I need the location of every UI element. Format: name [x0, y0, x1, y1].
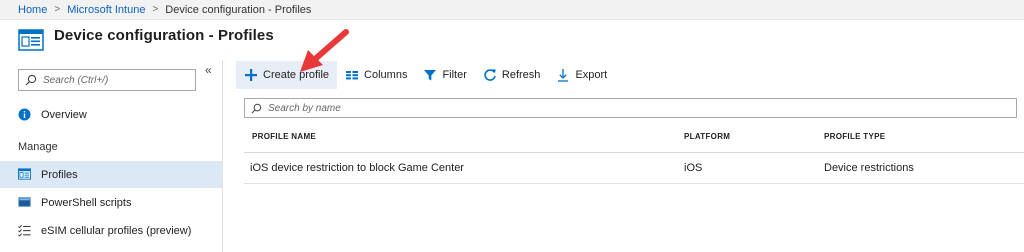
sidebar-item-esim[interactable]: eSIM cellular profiles (preview)	[0, 217, 222, 244]
columns-icon	[345, 68, 359, 82]
chevron-right-icon: >	[152, 4, 159, 15]
sidebar-item-label: Profiles	[41, 168, 78, 181]
filter-label: Filter	[442, 69, 467, 81]
sidebar-item-label: PowerShell scripts	[41, 196, 132, 209]
breadcrumb-current: Device configuration - Profiles	[165, 3, 312, 16]
profile-search-box[interactable]	[244, 98, 1017, 118]
info-icon	[18, 108, 31, 121]
columns-label: Columns	[364, 69, 408, 81]
sidebar-item-overview[interactable]: Overview	[0, 101, 222, 128]
refresh-label: Refresh	[501, 69, 541, 81]
columns-button[interactable]: Columns	[337, 61, 415, 89]
profiles-icon	[18, 168, 31, 181]
cell-platform: iOS	[684, 162, 703, 174]
breadcrumb-intune[interactable]: Microsoft Intune	[67, 4, 145, 16]
download-icon	[556, 68, 570, 82]
search-icon	[251, 103, 262, 113]
sidebar-item-powershell-scripts[interactable]: PowerShell scripts	[0, 189, 222, 216]
profile-search-input[interactable]	[268, 102, 968, 114]
column-header-platform[interactable]: PLATFORM	[684, 132, 730, 141]
breadcrumb: Home > Microsoft Intune > Device configu…	[0, 0, 1024, 20]
powershell-icon	[18, 196, 31, 209]
plus-icon	[244, 68, 258, 82]
section-label-manage: Manage	[18, 141, 58, 153]
create-profile-label: Create profile	[263, 69, 330, 81]
profiles-table: PROFILE NAME PLATFORM PROFILE TYPE iOS d…	[244, 122, 1024, 184]
collapse-sidebar-icon[interactable]: «	[205, 63, 212, 77]
chevron-right-icon: >	[54, 4, 61, 15]
cell-profile-name: iOS device restriction to block Game Cen…	[250, 162, 464, 174]
sidebar-search[interactable]	[18, 69, 196, 91]
breadcrumb-home[interactable]: Home	[18, 4, 47, 16]
sidebar: « Overview Manage	[0, 60, 223, 252]
column-header-profile-type[interactable]: PROFILE TYPE	[824, 132, 885, 141]
command-bar: Create profile Columns Filter Refresh Ex…	[236, 61, 615, 89]
app-window: Home > Microsoft Intune > Device configu…	[0, 0, 1024, 252]
sidebar-item-profiles[interactable]: Profiles	[0, 161, 222, 188]
refresh-icon	[483, 68, 497, 82]
sidebar-item-label: eSIM cellular profiles (preview)	[41, 224, 192, 237]
table-header: PROFILE NAME PLATFORM PROFILE TYPE	[244, 122, 1024, 153]
export-label: Export	[575, 69, 608, 81]
column-header-profile-name[interactable]: PROFILE NAME	[252, 132, 316, 141]
refresh-button[interactable]: Refresh	[475, 61, 549, 89]
page-header: Device configuration - Profiles	[0, 21, 1024, 58]
sidebar-search-input[interactable]	[43, 74, 193, 86]
filter-icon	[423, 68, 437, 82]
page-title: Device configuration - Profiles	[54, 27, 274, 44]
export-button[interactable]: Export	[548, 61, 615, 89]
cell-profile-type: Device restrictions	[824, 162, 914, 174]
device-configuration-icon	[18, 28, 44, 51]
create-profile-button[interactable]: Create profile	[236, 61, 338, 89]
sidebar-item-label: Overview	[41, 108, 87, 121]
search-icon	[25, 74, 37, 86]
checklist-icon	[18, 224, 31, 237]
filter-button[interactable]: Filter	[415, 61, 474, 89]
table-row[interactable]: iOS device restriction to block Game Cen…	[244, 153, 1024, 184]
